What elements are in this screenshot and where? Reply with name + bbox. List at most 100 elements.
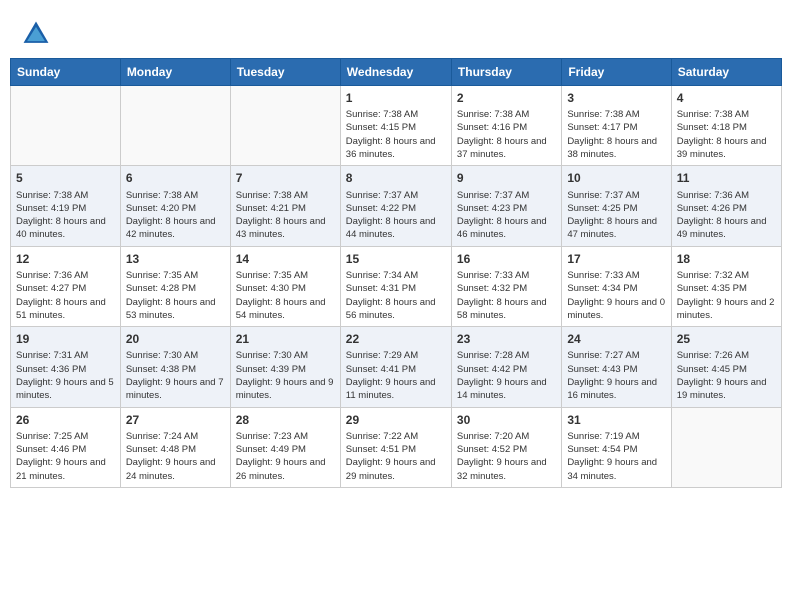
calendar-week-row: 1Sunrise: 7:38 AM Sunset: 4:15 PM Daylig… [11, 86, 782, 166]
calendar-cell [671, 407, 781, 487]
day-info: Sunrise: 7:38 AM Sunset: 4:20 PM Dayligh… [126, 189, 225, 242]
calendar-cell: 23 Sunrise: 7:28 AM Sunset: 4:42 PM Dayli… [451, 327, 561, 407]
day-info: Sunrise: 7:38 AM Sunset: 4:21 PM Dayligh… [236, 189, 335, 242]
day-info: Sunrise: 7:33 AM Sunset: 4:32 PM Dayligh… [457, 269, 556, 322]
calendar-cell [11, 86, 121, 166]
logo [20, 18, 56, 50]
calendar-cell: 12 Sunrise: 7:36 AM Sunset: 4:27 PM Dayli… [11, 246, 121, 326]
calendar-cell: 10 Sunrise: 7:37 AM Sunset: 4:25 PM Dayli… [562, 166, 671, 246]
calendar-cell: 17 Sunrise: 7:33 AM Sunset: 4:34 PM Dayli… [562, 246, 671, 326]
day-info: Sunrise: 7:38 AM Sunset: 4:16 PM Dayligh… [457, 108, 556, 161]
calendar-week-row: 19 Sunrise: 7:31 AM Sunset: 4:36 PM Dayli… [11, 327, 782, 407]
weekday-header: Sunday [11, 59, 121, 86]
day-number: 27 [126, 412, 225, 428]
day-number: 4 [677, 90, 776, 106]
day-info: Sunrise: 7:20 AM Sunset: 4:52 PM Dayligh… [457, 430, 556, 483]
day-info: Sunrise: 7:37 AM Sunset: 4:23 PM Dayligh… [457, 189, 556, 242]
day-number: 8 [346, 170, 446, 186]
calendar-cell: 3 Sunrise: 7:38 AM Sunset: 4:17 PM Daylig… [562, 86, 671, 166]
calendar-cell: 18 Sunrise: 7:32 AM Sunset: 4:35 PM Dayli… [671, 246, 781, 326]
calendar-wrapper: SundayMondayTuesdayWednesdayThursdayFrid… [0, 58, 792, 498]
page: SundayMondayTuesdayWednesdayThursdayFrid… [0, 0, 792, 612]
day-number: 28 [236, 412, 335, 428]
weekday-header: Monday [120, 59, 230, 86]
calendar-cell: 5 Sunrise: 7:38 AM Sunset: 4:19 PM Daylig… [11, 166, 121, 246]
calendar-cell: 22Sunrise: 7:29 AM Sunset: 4:41 PM Dayli… [340, 327, 451, 407]
day-info: Sunrise: 7:36 AM Sunset: 4:26 PM Dayligh… [677, 189, 776, 242]
calendar-cell: 21 Sunrise: 7:30 AM Sunset: 4:39 PM Dayli… [230, 327, 340, 407]
day-number: 12 [16, 251, 115, 267]
day-number: 20 [126, 331, 225, 347]
day-number: 2 [457, 90, 556, 106]
day-info: Sunrise: 7:38 AM Sunset: 4:19 PM Dayligh… [16, 189, 115, 242]
calendar-cell: 27Sunrise: 7:24 AM Sunset: 4:48 PM Dayli… [120, 407, 230, 487]
day-info: Sunrise: 7:38 AM Sunset: 4:17 PM Dayligh… [567, 108, 665, 161]
day-info: Sunrise: 7:28 AM Sunset: 4:42 PM Dayligh… [457, 349, 556, 402]
weekday-header: Wednesday [340, 59, 451, 86]
calendar-cell: 14 Sunrise: 7:35 AM Sunset: 4:30 PM Dayli… [230, 246, 340, 326]
calendar-cell [120, 86, 230, 166]
day-info: Sunrise: 7:23 AM Sunset: 4:49 PM Dayligh… [236, 430, 335, 483]
day-info: Sunrise: 7:29 AM Sunset: 4:41 PM Dayligh… [346, 349, 446, 402]
calendar-cell: 16 Sunrise: 7:33 AM Sunset: 4:32 PM Dayli… [451, 246, 561, 326]
weekday-header: Saturday [671, 59, 781, 86]
day-number: 1 [346, 90, 446, 106]
header [0, 0, 792, 58]
day-info: Sunrise: 7:37 AM Sunset: 4:25 PM Dayligh… [567, 189, 665, 242]
day-number: 30 [457, 412, 556, 428]
calendar-week-row: 5 Sunrise: 7:38 AM Sunset: 4:19 PM Daylig… [11, 166, 782, 246]
calendar-cell: 28 Sunrise: 7:23 AM Sunset: 4:49 PM Dayli… [230, 407, 340, 487]
weekday-header: Tuesday [230, 59, 340, 86]
day-number: 17 [567, 251, 665, 267]
day-number: 19 [16, 331, 115, 347]
calendar-table: SundayMondayTuesdayWednesdayThursdayFrid… [10, 58, 782, 488]
day-number: 23 [457, 331, 556, 347]
day-info: Sunrise: 7:22 AM Sunset: 4:51 PM Dayligh… [346, 430, 446, 483]
calendar-cell: 20 Sunrise: 7:30 AM Sunset: 4:38 PM Dayli… [120, 327, 230, 407]
day-number: 9 [457, 170, 556, 186]
day-info: Sunrise: 7:38 AM Sunset: 4:18 PM Dayligh… [677, 108, 776, 161]
day-info: Sunrise: 7:34 AM Sunset: 4:31 PM Dayligh… [346, 269, 446, 322]
day-info: Sunrise: 7:33 AM Sunset: 4:34 PM Dayligh… [567, 269, 665, 322]
calendar-week-row: 12 Sunrise: 7:36 AM Sunset: 4:27 PM Dayli… [11, 246, 782, 326]
calendar-cell: 11 Sunrise: 7:36 AM Sunset: 4:26 PM Dayli… [671, 166, 781, 246]
calendar-cell: 15Sunrise: 7:34 AM Sunset: 4:31 PM Dayli… [340, 246, 451, 326]
calendar-cell: 4 Sunrise: 7:38 AM Sunset: 4:18 PM Daylig… [671, 86, 781, 166]
calendar-cell: 25 Sunrise: 7:26 AM Sunset: 4:45 PM Dayli… [671, 327, 781, 407]
day-info: Sunrise: 7:26 AM Sunset: 4:45 PM Dayligh… [677, 349, 776, 402]
day-info: Sunrise: 7:25 AM Sunset: 4:46 PM Dayligh… [16, 430, 115, 483]
calendar-cell: 7 Sunrise: 7:38 AM Sunset: 4:21 PM Daylig… [230, 166, 340, 246]
calendar-cell: 6Sunrise: 7:38 AM Sunset: 4:20 PM Daylig… [120, 166, 230, 246]
calendar-cell: 9 Sunrise: 7:37 AM Sunset: 4:23 PM Daylig… [451, 166, 561, 246]
calendar-cell: 26Sunrise: 7:25 AM Sunset: 4:46 PM Dayli… [11, 407, 121, 487]
day-info: Sunrise: 7:30 AM Sunset: 4:38 PM Dayligh… [126, 349, 225, 402]
day-info: Sunrise: 7:31 AM Sunset: 4:36 PM Dayligh… [16, 349, 115, 402]
calendar-cell: 24Sunrise: 7:27 AM Sunset: 4:43 PM Dayli… [562, 327, 671, 407]
day-number: 14 [236, 251, 335, 267]
day-info: Sunrise: 7:35 AM Sunset: 4:30 PM Dayligh… [236, 269, 335, 322]
day-number: 21 [236, 331, 335, 347]
day-number: 7 [236, 170, 335, 186]
day-info: Sunrise: 7:19 AM Sunset: 4:54 PM Dayligh… [567, 430, 665, 483]
day-number: 11 [677, 170, 776, 186]
calendar-week-row: 26Sunrise: 7:25 AM Sunset: 4:46 PM Dayli… [11, 407, 782, 487]
day-number: 3 [567, 90, 665, 106]
day-number: 13 [126, 251, 225, 267]
logo-icon [20, 18, 52, 50]
day-info: Sunrise: 7:36 AM Sunset: 4:27 PM Dayligh… [16, 269, 115, 322]
day-number: 5 [16, 170, 115, 186]
day-info: Sunrise: 7:32 AM Sunset: 4:35 PM Dayligh… [677, 269, 776, 322]
weekday-header-row: SundayMondayTuesdayWednesdayThursdayFrid… [11, 59, 782, 86]
day-info: Sunrise: 7:37 AM Sunset: 4:22 PM Dayligh… [346, 189, 446, 242]
calendar-body: 1Sunrise: 7:38 AM Sunset: 4:15 PM Daylig… [11, 86, 782, 488]
day-number: 16 [457, 251, 556, 267]
day-number: 25 [677, 331, 776, 347]
day-info: Sunrise: 7:27 AM Sunset: 4:43 PM Dayligh… [567, 349, 665, 402]
day-info: Sunrise: 7:30 AM Sunset: 4:39 PM Dayligh… [236, 349, 335, 402]
calendar-cell: 2 Sunrise: 7:38 AM Sunset: 4:16 PM Daylig… [451, 86, 561, 166]
day-number: 10 [567, 170, 665, 186]
day-number: 18 [677, 251, 776, 267]
calendar-cell: 30 Sunrise: 7:20 AM Sunset: 4:52 PM Dayli… [451, 407, 561, 487]
calendar-cell: 8 Sunrise: 7:37 AM Sunset: 4:22 PM Daylig… [340, 166, 451, 246]
day-number: 31 [567, 412, 665, 428]
